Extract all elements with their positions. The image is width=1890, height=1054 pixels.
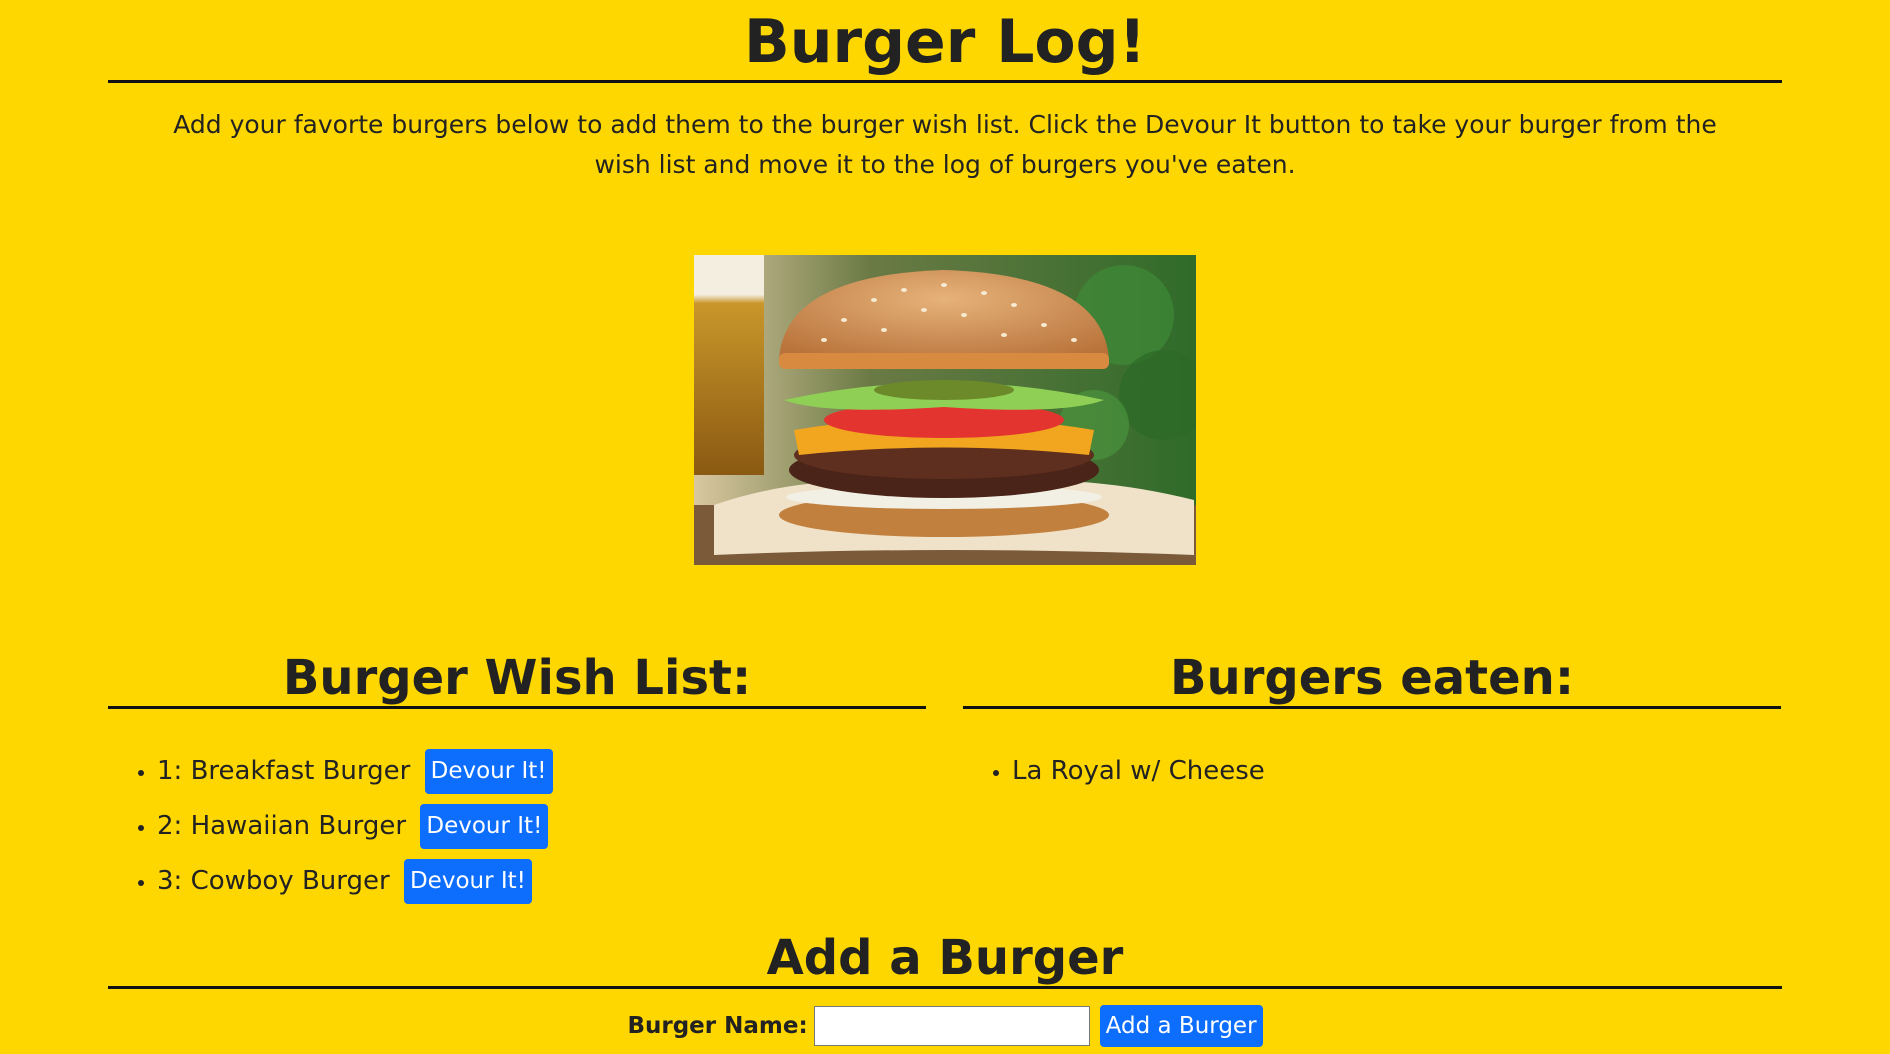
add-burger-button[interactable]: Add a Burger	[1099, 1005, 1263, 1047]
burger-photo-icon	[694, 255, 1196, 565]
eaten-divider	[963, 706, 1781, 709]
burger-name: 2: Hawaiian Burger	[157, 811, 407, 841]
list-item: 2: Hawaiian Burger Devour It!	[157, 804, 926, 849]
page: Burger Log! Add your favorte burgers bel…	[0, 0, 1890, 1054]
burger-name: 3: Cowboy Burger	[157, 866, 390, 896]
devour-button[interactable]: Devour It!	[420, 804, 549, 849]
devour-button[interactable]: Devour It!	[403, 859, 532, 904]
add-burger-section: Add a Burger Burger Name: Add a Burger	[108, 930, 1782, 1047]
burger-image	[694, 255, 1196, 565]
burger-name-input[interactable]	[813, 1006, 1090, 1046]
add-burger-heading: Add a Burger	[766, 930, 1124, 986]
eaten-list: La Royal w/ Cheese	[963, 749, 1781, 793]
wish-list-divider	[108, 706, 926, 709]
list-item: La Royal w/ Cheese	[1012, 749, 1781, 793]
header: Burger Log! Add your favorte burgers bel…	[108, 0, 1782, 185]
burger-name: La Royal w/ Cheese	[1012, 756, 1265, 786]
add-burger-form: Burger Name: Add a Burger	[108, 1005, 1782, 1047]
burger-name-label: Burger Name:	[627, 1013, 808, 1039]
wish-list-section: Burger Wish List: 1: Breakfast Burger De…	[108, 650, 926, 914]
eaten-section: Burgers eaten: La Royal w/ Cheese	[963, 650, 1781, 803]
list-item: 3: Cowboy Burger Devour It!	[157, 859, 926, 904]
wish-list: 1: Breakfast Burger Devour It! 2: Hawaii…	[108, 749, 926, 904]
page-title: Burger Log!	[744, 7, 1146, 77]
burger-name: 1: Breakfast Burger	[157, 756, 411, 786]
wish-list-heading: Burger Wish List:	[282, 650, 752, 706]
add-burger-divider	[108, 986, 1782, 989]
title-divider	[108, 80, 1782, 83]
eaten-heading: Burgers eaten:	[1169, 650, 1575, 706]
intro-text: Add your favorte burgers below to add th…	[173, 110, 1717, 179]
devour-button[interactable]: Devour It!	[424, 749, 553, 794]
list-item: 1: Breakfast Burger Devour It!	[157, 749, 926, 794]
